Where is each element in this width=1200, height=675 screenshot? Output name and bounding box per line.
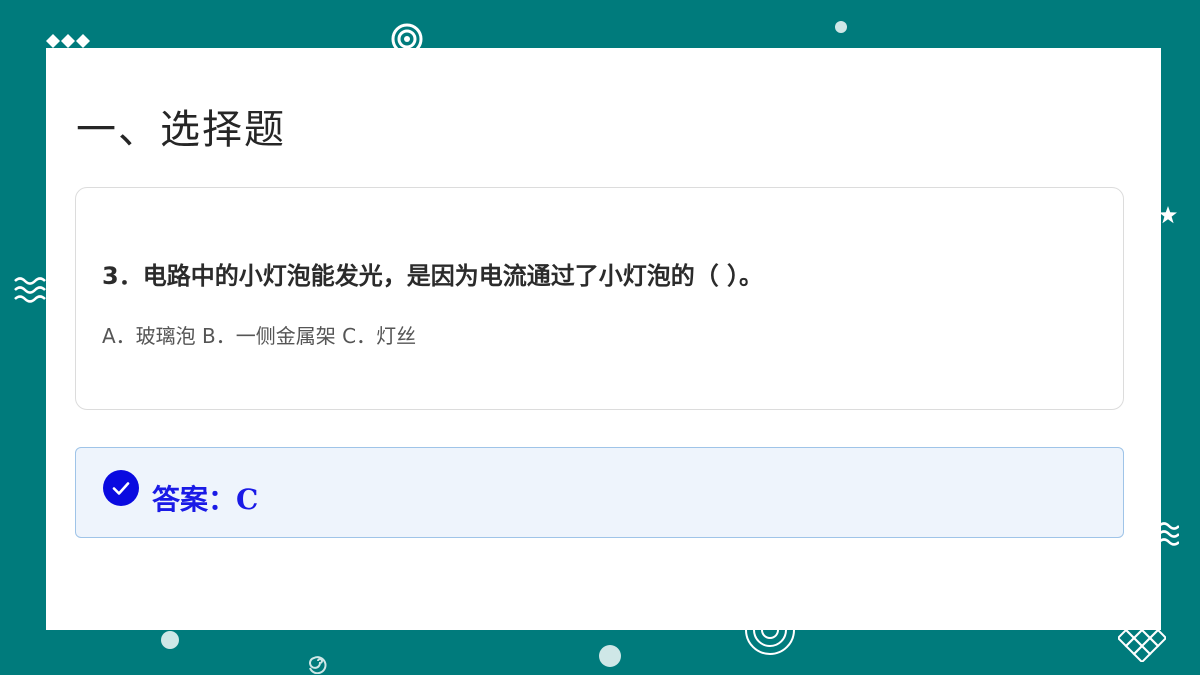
question-card: 3．电路中的小灯泡能发光，是因为电流通过了小灯泡的（ ）。 A．玻璃泡 B．一侧… [75,187,1124,410]
slide-panel: 一、选择题 3．电路中的小灯泡能发光，是因为电流通过了小灯泡的（ ）。 A．玻璃… [46,48,1161,630]
answer-text: 答案：C [152,483,259,516]
spiral-decoration [309,656,327,674]
answer-options: A．玻璃泡 B．一侧金属架 C．灯丝 [102,324,417,348]
wave-lines-decoration [14,277,46,303]
dot-decoration-bottom-left [161,631,179,649]
answer-card: 答案：C [75,447,1124,538]
dot-decoration [835,21,847,33]
arc-circles-decoration [745,630,795,655]
question-text: 3．电路中的小灯泡能发光，是因为电流通过了小灯泡的（ ）。 [102,262,764,290]
section-title: 一、选择题 [76,107,286,153]
check-circle-icon [103,470,139,506]
concentric-circles-decoration [391,23,423,48]
dot-decoration-bottom-center [599,645,621,667]
diamonds-decoration [46,34,90,48]
star-decoration [1159,206,1177,224]
